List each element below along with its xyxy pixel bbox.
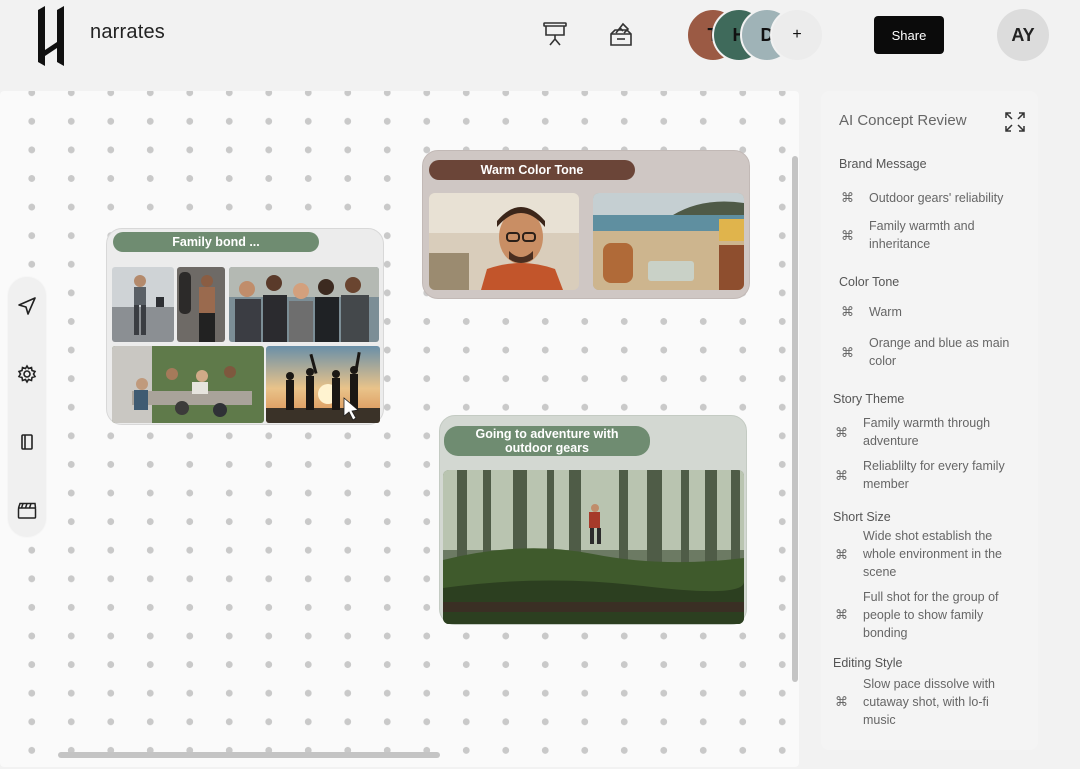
gear-icon[interactable] — [16, 363, 38, 385]
user-avatar[interactable]: AY — [997, 9, 1049, 61]
command-icon: ⌘ — [841, 345, 854, 360]
book-icon[interactable] — [16, 431, 38, 453]
collaborator-avatars: T H D + — [686, 8, 826, 62]
top-bar: narrates T H D + Share AY — [0, 0, 1080, 72]
boxing-photo[interactable] — [177, 267, 225, 342]
clapperboard-icon[interactable] — [16, 499, 38, 521]
left-toolbar — [8, 277, 46, 537]
horizontal-scrollbar[interactable] — [58, 752, 440, 758]
panel-title: AI Concept Review — [839, 112, 967, 129]
concept-item[interactable]: Slow pace dissolve with cutaway shot, wi… — [863, 675, 1013, 729]
concept-item[interactable]: Family warmth and inheritance — [869, 217, 999, 253]
concept-item[interactable]: Orange and blue as main color — [869, 334, 1019, 370]
command-icon: ⌘ — [835, 607, 848, 622]
portrait-photo[interactable] — [429, 193, 579, 290]
concept-item[interactable]: Reliablilty for every family member — [863, 457, 1019, 493]
moodboard-card[interactable]: Going to adventure with outdoor gears — [439, 415, 747, 625]
ballot-box-icon[interactable] — [607, 20, 635, 48]
section-title: Short Size — [833, 510, 891, 524]
moodboard-card[interactable]: Warm Color Tone — [422, 150, 750, 299]
section-title: Story Theme — [833, 392, 905, 406]
concept-item[interactable]: Warm — [869, 303, 1019, 321]
forest-hike-photo[interactable] — [443, 470, 744, 624]
section-title: Editing Style — [833, 656, 903, 670]
section-title: Brand Message — [839, 157, 927, 171]
concept-item[interactable]: Outdoor gears' reliability — [869, 189, 1019, 207]
ai-concept-review-panel: AI Concept Review Brand Message ⌘ Outdoo… — [821, 91, 1038, 750]
card-label[interactable]: Warm Color Tone — [429, 160, 635, 180]
narrates-logo[interactable] — [36, 6, 66, 66]
card-label[interactable]: Family bond ... — [113, 232, 319, 252]
command-icon: ⌘ — [841, 190, 854, 205]
command-icon: ⌘ — [835, 468, 848, 483]
moodboard-card[interactable]: Family bond ... — [106, 228, 384, 425]
sunset-silhouette-photo[interactable] — [266, 346, 380, 423]
concept-item[interactable]: Family warmth through adventure — [863, 414, 1013, 450]
moodboard-canvas[interactable]: Family bond ... Warm Color Tone Going to… — [0, 91, 799, 767]
expand-icon[interactable] — [1004, 111, 1026, 133]
beach-photo[interactable] — [593, 193, 744, 290]
vertical-scrollbar[interactable] — [792, 156, 798, 682]
add-collaborator-button[interactable]: + — [770, 8, 824, 62]
command-icon: ⌘ — [841, 304, 854, 319]
command-icon: ⌘ — [835, 425, 848, 440]
friends-group-photo[interactable] — [229, 267, 379, 342]
command-icon: ⌘ — [841, 228, 854, 243]
command-icon: ⌘ — [835, 694, 848, 709]
concept-item[interactable]: Full shot for the group of people to sho… — [863, 588, 1013, 642]
card-label[interactable]: Going to adventure with outdoor gears — [444, 426, 650, 456]
presentation-icon[interactable] — [541, 20, 569, 48]
concept-item[interactable]: Wide shot establish the whole environmen… — [863, 527, 1019, 581]
gym-photo[interactable] — [112, 267, 174, 342]
send-icon[interactable] — [16, 295, 38, 317]
share-button[interactable]: Share — [874, 16, 944, 54]
section-title: Color Tone — [839, 275, 900, 289]
brand-name: narrates — [90, 21, 165, 43]
command-icon: ⌘ — [835, 547, 848, 562]
family-dinner-photo[interactable] — [112, 346, 264, 423]
